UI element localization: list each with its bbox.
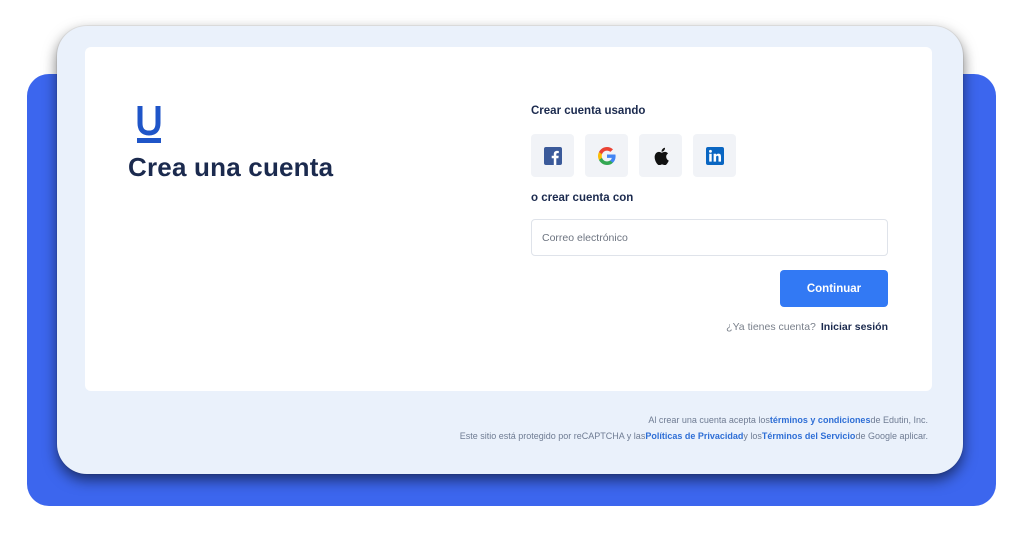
terms-notice: Al crear una cuenta acepta lostérminos y…: [648, 415, 928, 425]
have-account-text: ¿Ya tienes cuenta?: [726, 321, 816, 333]
signup-card: Crea una cuenta Crear cuenta usando o cr…: [85, 47, 932, 391]
terms-link[interactable]: términos y condiciones: [770, 415, 871, 425]
facebook-button[interactable]: [531, 134, 574, 177]
login-link[interactable]: Iniciar sesión: [821, 321, 888, 333]
facebook-icon: [543, 146, 562, 165]
recaptcha-prefix: Este sitio está protegido por reCAPTCHA …: [459, 431, 646, 441]
apple-icon: [654, 147, 669, 165]
google-icon: [597, 146, 616, 165]
apple-button[interactable]: [639, 134, 682, 177]
terms-suffix: de Edutin, Inc.: [870, 415, 928, 425]
signup-window: Crea una cuenta Crear cuenta usando o cr…: [57, 26, 963, 474]
privacy-policy-link[interactable]: Políticas de Privacidad: [645, 431, 743, 441]
email-field[interactable]: [531, 219, 888, 256]
page: Crea una cuenta Crear cuenta usando o cr…: [0, 0, 1024, 536]
linkedin-icon: [705, 146, 724, 165]
recaptcha-notice: Este sitio está protegido por reCAPTCHA …: [460, 431, 928, 441]
recaptcha-suffix: de Google aplicar.: [855, 431, 928, 441]
login-prompt-line: ¿Ya tienes cuenta? Iniciar sesión: [726, 321, 888, 333]
or-create-with-label: o crear cuenta con: [531, 192, 634, 204]
google-button[interactable]: [585, 134, 628, 177]
create-using-label: Crear cuenta usando: [531, 105, 646, 117]
service-terms-link[interactable]: Términos del Servicio: [762, 431, 856, 441]
recaptcha-middle: y los: [743, 431, 762, 441]
continue-button[interactable]: Continuar: [780, 270, 888, 307]
social-login-row: [531, 134, 736, 177]
page-title: Crea una cuenta: [128, 152, 334, 182]
u-logo-icon: [137, 106, 161, 143]
terms-prefix: Al crear una cuenta acepta los: [648, 415, 770, 425]
linkedin-button[interactable]: [693, 134, 736, 177]
